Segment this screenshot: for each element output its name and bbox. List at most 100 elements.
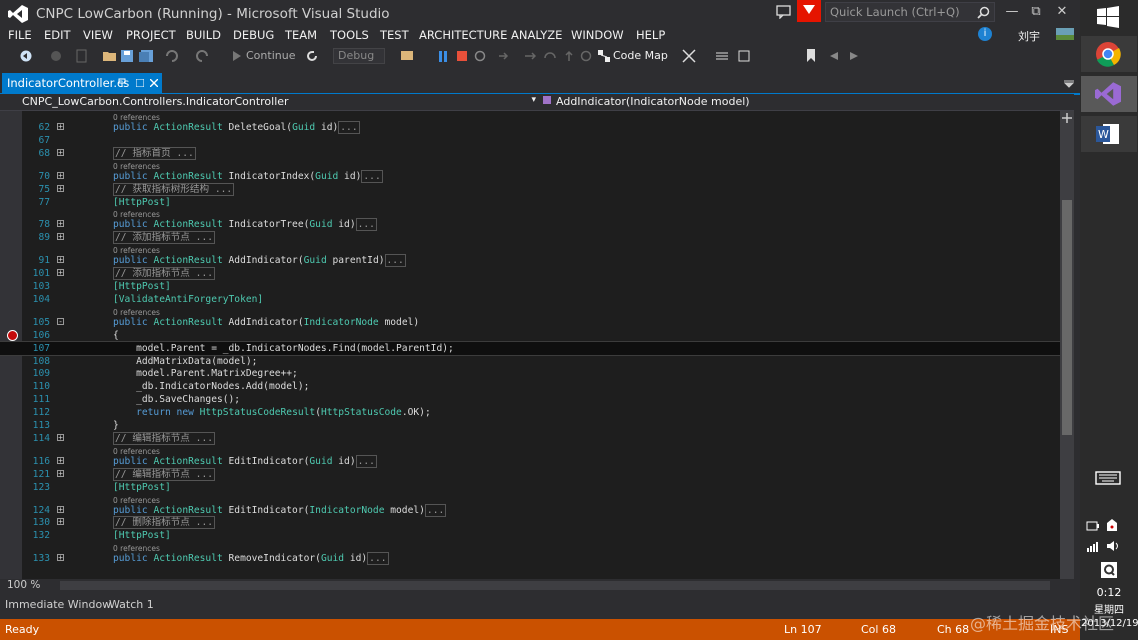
info-icon[interactable]: i (978, 27, 992, 41)
solution-config-select[interactable]: Debug (333, 48, 385, 64)
code-text[interactable]: public ActionResult RemoveIndicator(Guid… (113, 552, 389, 566)
uncomment-icon[interactable] (738, 50, 750, 62)
attach-process-icon[interactable] (400, 49, 416, 63)
comment-icon[interactable] (716, 50, 728, 62)
code-line[interactable]: 103 [HttpPost] (0, 280, 1060, 293)
tab-dropdown-icon[interactable] (1064, 80, 1074, 88)
code-line[interactable]: 67 (0, 134, 1060, 147)
keyboard-icon[interactable] (1095, 471, 1121, 485)
prev-bookmark-icon[interactable] (828, 50, 840, 62)
code-line[interactable]: 78 + public ActionResult IndicatorTree(Gui… (0, 218, 1060, 232)
code-line[interactable]: 132 [HttpPost] (0, 529, 1060, 542)
code-text[interactable]: model.Parent.MatrixDegree++; (113, 367, 298, 380)
step-out-icon[interactable] (563, 50, 575, 62)
chrome-taskbar-button[interactable] (1081, 36, 1137, 72)
code-line[interactable]: 123 [HttpPost] (0, 481, 1060, 494)
code-line[interactable]: 121 + // 编辑指标节点 ... (0, 467, 1060, 481)
code-line[interactable]: 101 + // 添加指标节点 ... (0, 267, 1060, 281)
visual-studio-taskbar-button[interactable] (1081, 76, 1137, 112)
menu-debug[interactable]: DEBUG (233, 28, 274, 42)
action-center-icon[interactable] (1106, 518, 1118, 532)
code-text[interactable]: // 编辑指标节点 ... (113, 467, 215, 481)
code-line[interactable]: 111 _db.SaveChanges(); (0, 393, 1060, 406)
menu-build[interactable]: BUILD (186, 28, 221, 42)
breakpoint-icon[interactable] (7, 329, 18, 341)
stop-icon[interactable] (457, 51, 467, 61)
open-folder-icon[interactable] (103, 50, 117, 62)
code-line[interactable]: 68 + // 指标首页 ... (0, 146, 1060, 160)
menu-file[interactable]: FILE (8, 28, 32, 42)
code-text[interactable]: [HttpPost] (113, 280, 171, 293)
save-icon[interactable] (121, 50, 133, 62)
save-all-icon[interactable] (139, 50, 153, 62)
code-line[interactable]: 107 model.Parent = _db.IndicatorNodes.Fi… (0, 340, 1060, 357)
code-line[interactable]: 130 + // 删除指标节点 ... (0, 516, 1060, 530)
code-text[interactable]: _db.SaveChanges(); (113, 393, 240, 406)
menu-help[interactable]: HELP (636, 28, 665, 42)
code-text[interactable]: // 指标首页 ... (113, 146, 196, 160)
new-project-icon[interactable] (76, 49, 88, 63)
code-line[interactable]: 124 + public ActionResult EditIndicator(In… (0, 503, 1060, 517)
network-icon[interactable] (1086, 540, 1100, 552)
expand-icon[interactable]: + (57, 123, 64, 131)
code-line[interactable]: 75 + // 获取指标树形结构 ... (0, 182, 1060, 196)
expand-icon[interactable]: + (57, 505, 64, 513)
expand-icon[interactable]: + (57, 554, 64, 562)
vertical-scroll-thumb[interactable] (1062, 200, 1072, 435)
code-line[interactable]: 70 + public ActionResult IndicatorIndex(Gu… (0, 169, 1060, 183)
menu-project[interactable]: PROJECT (126, 28, 176, 42)
expand-icon[interactable]: + (57, 518, 64, 526)
code-text[interactable]: public ActionResult EditIndicator(Guid i… (113, 454, 377, 468)
minimize-button[interactable]: — (1001, 3, 1023, 21)
code-text[interactable]: { (113, 329, 119, 342)
feedback-icon[interactable] (776, 5, 792, 19)
menu-test[interactable]: TEST (380, 28, 409, 42)
code-text[interactable]: model.Parent = _db.IndicatorNodes.Find(m… (113, 342, 454, 355)
step-over-icon[interactable] (544, 50, 556, 62)
split-editor-icon[interactable] (1062, 113, 1072, 123)
close-tab-icon[interactable] (150, 79, 158, 87)
code-text[interactable]: _db.IndicatorNodes.Add(model); (113, 380, 309, 393)
code-text[interactable]: public ActionResult DeleteGoal(Guid id).… (113, 121, 360, 134)
tab-immediate-window[interactable]: Immediate Window (5, 598, 111, 611)
code-text[interactable]: return new HttpStatusCodeResult(HttpStat… (113, 406, 431, 419)
collapse-icon[interactable]: - (57, 317, 64, 325)
code-text[interactable]: } (113, 419, 119, 432)
code-text[interactable]: public ActionResult EditIndicator(Indica… (113, 503, 447, 517)
step-into-icon[interactable] (524, 50, 536, 62)
code-line[interactable]: 105- public ActionResult AddIndicator(Ind… (0, 316, 1060, 329)
notification-flag-icon[interactable] (797, 0, 821, 22)
code-line[interactable]: 77 [HttpPost] (0, 196, 1060, 209)
pin-icon[interactable] (118, 78, 126, 87)
continue-button[interactable]: Continue (246, 49, 295, 62)
code-line[interactable]: 113} (0, 419, 1060, 432)
code-line[interactable]: 108 AddMatrixData(model); (0, 355, 1060, 368)
code-text[interactable]: public ActionResult IndicatorTree(Guid i… (113, 218, 377, 232)
back-icon[interactable] (20, 50, 34, 62)
menu-architecture[interactable]: ARCHITECTURE (419, 28, 507, 42)
code-text[interactable]: [ValidateAntiForgeryToken] (113, 293, 263, 306)
word-taskbar-button[interactable]: W (1081, 116, 1137, 152)
restore-button[interactable]: ⧉ (1025, 3, 1047, 21)
code-text[interactable]: AddMatrixData(model); (113, 355, 257, 368)
menu-team[interactable]: TEAM (285, 28, 317, 42)
menu-tools[interactable]: TOOLS (330, 28, 369, 42)
expand-icon[interactable]: + (57, 433, 64, 441)
continue-play-icon[interactable] (232, 50, 242, 62)
code-line[interactable]: 114 + // 编辑指标节点 ... (0, 431, 1060, 445)
code-line[interactable]: 89 + // 添加指标节点 ... (0, 231, 1060, 245)
clock-time[interactable]: 0:12 (1081, 586, 1137, 599)
close-button[interactable]: ✕ (1051, 3, 1073, 21)
code-editor[interactable]: 0 references 62 + public ActionResult Delet… (0, 111, 1060, 579)
menu-window[interactable]: WINDOW (571, 28, 624, 42)
expand-icon[interactable]: + (57, 269, 64, 277)
code-text[interactable]: [HttpPost] (113, 529, 171, 542)
next-bookmark-icon[interactable] (848, 50, 860, 62)
expand-icon[interactable]: + (57, 220, 64, 228)
code-text[interactable]: public ActionResult IndicatorIndex(Guid … (113, 169, 383, 183)
restart-debug-icon[interactable] (474, 50, 486, 62)
pause-icon[interactable] (438, 51, 448, 62)
show-next-statement-icon[interactable] (497, 50, 509, 62)
input-method-icon[interactable] (1101, 562, 1117, 578)
code-line[interactable]: 116 + public ActionResult EditIndicator(Gu… (0, 454, 1060, 468)
